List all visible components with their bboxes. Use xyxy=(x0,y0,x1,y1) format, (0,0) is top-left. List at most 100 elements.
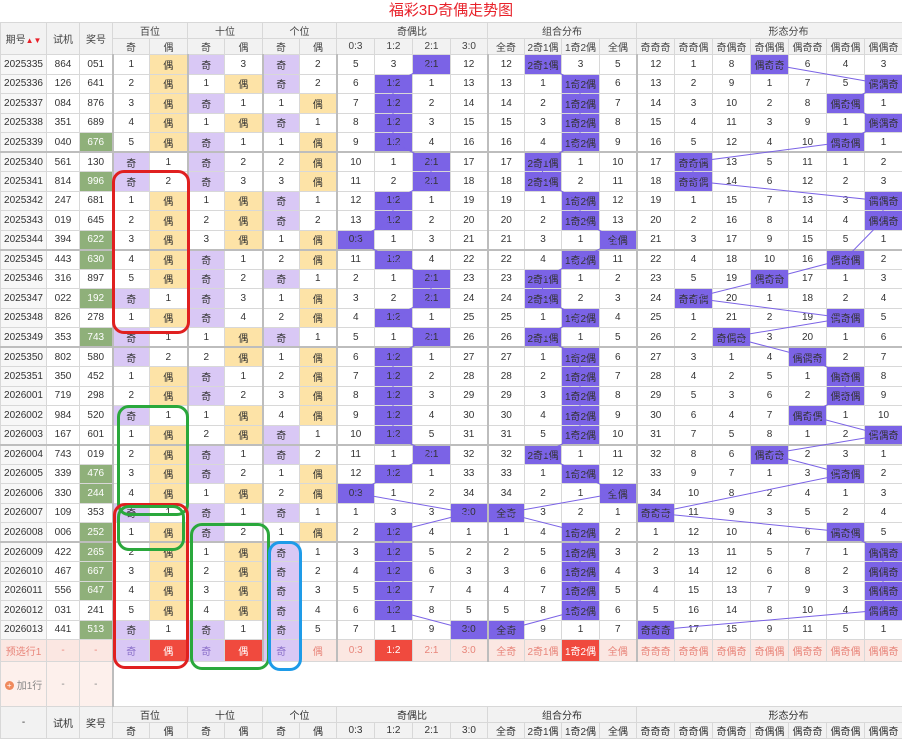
data-cell: 2 xyxy=(186,561,225,582)
data-cell: 17 xyxy=(635,151,675,172)
prize-cell: 667 xyxy=(79,561,113,582)
predict-cell[interactable]: 全偶 xyxy=(599,639,637,662)
issue-header[interactable]: 期号▲▼ xyxy=(0,22,47,55)
data-cell: 33 xyxy=(450,463,488,484)
test-cell: 556 xyxy=(46,580,80,601)
test-cell: 330 xyxy=(46,483,80,504)
test-header: 试机 xyxy=(46,22,80,55)
data-cell: 5 xyxy=(450,600,488,621)
subfoot-combo-0: 全奇 xyxy=(487,722,525,739)
predict-cell[interactable]: 奇 xyxy=(111,639,150,662)
data-cell: 2 xyxy=(674,210,713,231)
predict-cell[interactable]: 奇 xyxy=(261,639,300,662)
data-cell: 全偶 xyxy=(599,483,637,504)
data-cell: 16 xyxy=(450,132,488,153)
data-cell: 2 xyxy=(750,483,789,504)
data-cell: 11 xyxy=(712,112,751,133)
subhead-pattern-0: 奇奇奇 xyxy=(636,38,675,55)
predict-cell[interactable]: 偶 xyxy=(149,639,188,662)
predict-cell[interactable]: 2:1 xyxy=(412,639,451,662)
add-row[interactable]: + 加1行 - - xyxy=(0,661,902,707)
data-cell: 2 xyxy=(826,424,865,446)
data-cell: 3 xyxy=(864,171,902,192)
data-cell: 12 xyxy=(335,190,375,211)
table-row: 2026008 006 252 1 偶奇 2 1 偶 2 1:2 4 1 1 4 1奇2偶 2 1 12 10 4 6 偶… xyxy=(0,522,902,543)
table-row: 2026001 719 298 2 偶奇 2 3 偶 8 1:2 3 29 29 3 1奇2偶 8 29 5 3 6 2… xyxy=(0,385,902,406)
data-cell: 21 xyxy=(712,307,751,328)
data-cell: 20 xyxy=(788,327,827,348)
data-cell: 5 xyxy=(826,73,865,94)
predict-cell[interactable]: 偶奇奇 xyxy=(788,639,827,662)
predict-row[interactable]: 预选行1- - 奇偶奇偶奇偶 0:3 1:2 2:1 3:0 全奇 2奇1偶 1奇2偶 全偶 奇奇奇奇… xyxy=(0,639,902,662)
predict-cell[interactable]: 奇偶奇 xyxy=(712,639,751,662)
data-cell: 2:1 xyxy=(412,327,451,348)
data-cell: 5 xyxy=(335,580,375,601)
data-cell: 7 xyxy=(412,580,451,601)
data-cell: 1 xyxy=(261,229,300,251)
data-cell: 1奇2偶 xyxy=(561,366,600,387)
data-cell: 2 xyxy=(224,268,263,289)
data-cell: 偶 xyxy=(299,463,337,484)
data-cell: 11 xyxy=(674,502,713,523)
data-cell: 22 xyxy=(635,249,675,270)
data-cell: 5 xyxy=(674,385,713,406)
data-cell: 3 xyxy=(261,171,300,192)
predict-cell[interactable]: 0:3 xyxy=(335,639,375,662)
predict-cell[interactable]: 偶 xyxy=(299,639,337,662)
data-cell: 1 xyxy=(224,444,263,465)
table-row: 2025346 316 897 5 偶奇 2 奇 1 2 1 2:1 23 23 2奇1偶 1 2 23 5 19 偶… xyxy=(0,268,902,289)
data-cell: 1 xyxy=(111,307,150,328)
data-cell: 4 xyxy=(599,561,637,582)
predict-cell[interactable]: 偶奇偶 xyxy=(826,639,865,662)
predict-cell[interactable]: 偶 xyxy=(224,639,263,662)
prize-cell: 513 xyxy=(79,619,113,640)
data-cell: 偶 xyxy=(299,151,337,172)
data-cell: 17 xyxy=(486,151,525,172)
test-cell: 443 xyxy=(46,249,80,270)
predict-cell[interactable]: 1奇2偶 xyxy=(561,639,600,662)
data-cell: 15 xyxy=(635,112,675,133)
predict-cell[interactable]: 3:0 xyxy=(450,639,488,662)
add-row-button[interactable]: + 加1行 xyxy=(0,661,47,707)
data-cell: 奇 xyxy=(261,190,300,211)
issue-cell: 2025340 xyxy=(0,151,47,172)
predict-cell[interactable]: 奇奇偶 xyxy=(674,639,713,662)
data-cell: 19 xyxy=(635,190,675,211)
data-cell: 1:2 xyxy=(374,249,413,270)
subhead-pattern-2: 奇偶奇 xyxy=(712,38,751,55)
data-cell: 6 xyxy=(599,346,637,367)
data-cell: 偶 xyxy=(149,483,188,504)
data-cell: 3 xyxy=(674,229,713,251)
predict-cell[interactable]: 全奇 xyxy=(486,639,525,662)
predict-cell[interactable]: 2奇1偶 xyxy=(524,639,562,662)
data-cell: 4 xyxy=(111,112,150,133)
data-cell: 3 xyxy=(826,444,865,465)
data-cell: 2 xyxy=(186,424,225,446)
data-cell: 奇 xyxy=(111,405,150,426)
data-cell: 2 xyxy=(750,307,789,328)
data-cell: 13 xyxy=(335,210,375,231)
data-cell: 16 xyxy=(788,249,827,270)
predict-cell[interactable]: 偶偶奇 xyxy=(864,639,902,662)
data-cell: 偶奇偶 xyxy=(788,405,827,426)
predict-cell[interactable]: 奇 xyxy=(186,639,225,662)
data-cell: 6 xyxy=(864,327,902,348)
data-cell: 5 xyxy=(750,151,789,172)
table-row: 2026010 467 667 3 偶 2 偶奇 2 4 1:2 6 3 3 6 1奇2偶 4 3 14 12 6 8 2… xyxy=(0,561,902,582)
data-cell: 偶偶奇 xyxy=(864,541,902,562)
predict-cell[interactable]: 奇偶偶 xyxy=(750,639,789,662)
table-row: 2026011 556 647 4 偶 3 偶奇 3 5 1:2 7 4 4 7 1奇2偶 5 4 15 13 7 9 3… xyxy=(0,580,902,601)
data-cell: 奇 xyxy=(261,54,300,75)
data-cell: 2 xyxy=(224,151,263,172)
data-cell: 19 xyxy=(712,268,751,289)
sort-arrow-icon[interactable]: ▲▼ xyxy=(26,36,42,45)
plus-icon[interactable]: + xyxy=(4,681,14,691)
data-cell: 12 xyxy=(450,54,488,75)
data-cell: 9 xyxy=(335,132,375,153)
data-cell: 14 xyxy=(674,561,713,582)
data-cell: 奇 xyxy=(261,541,300,562)
predict-cell[interactable]: 奇奇奇 xyxy=(635,639,675,662)
data-cell: 1 xyxy=(111,424,150,446)
predict-cell[interactable]: 1:2 xyxy=(374,639,413,662)
data-cell: 33 xyxy=(635,463,675,484)
